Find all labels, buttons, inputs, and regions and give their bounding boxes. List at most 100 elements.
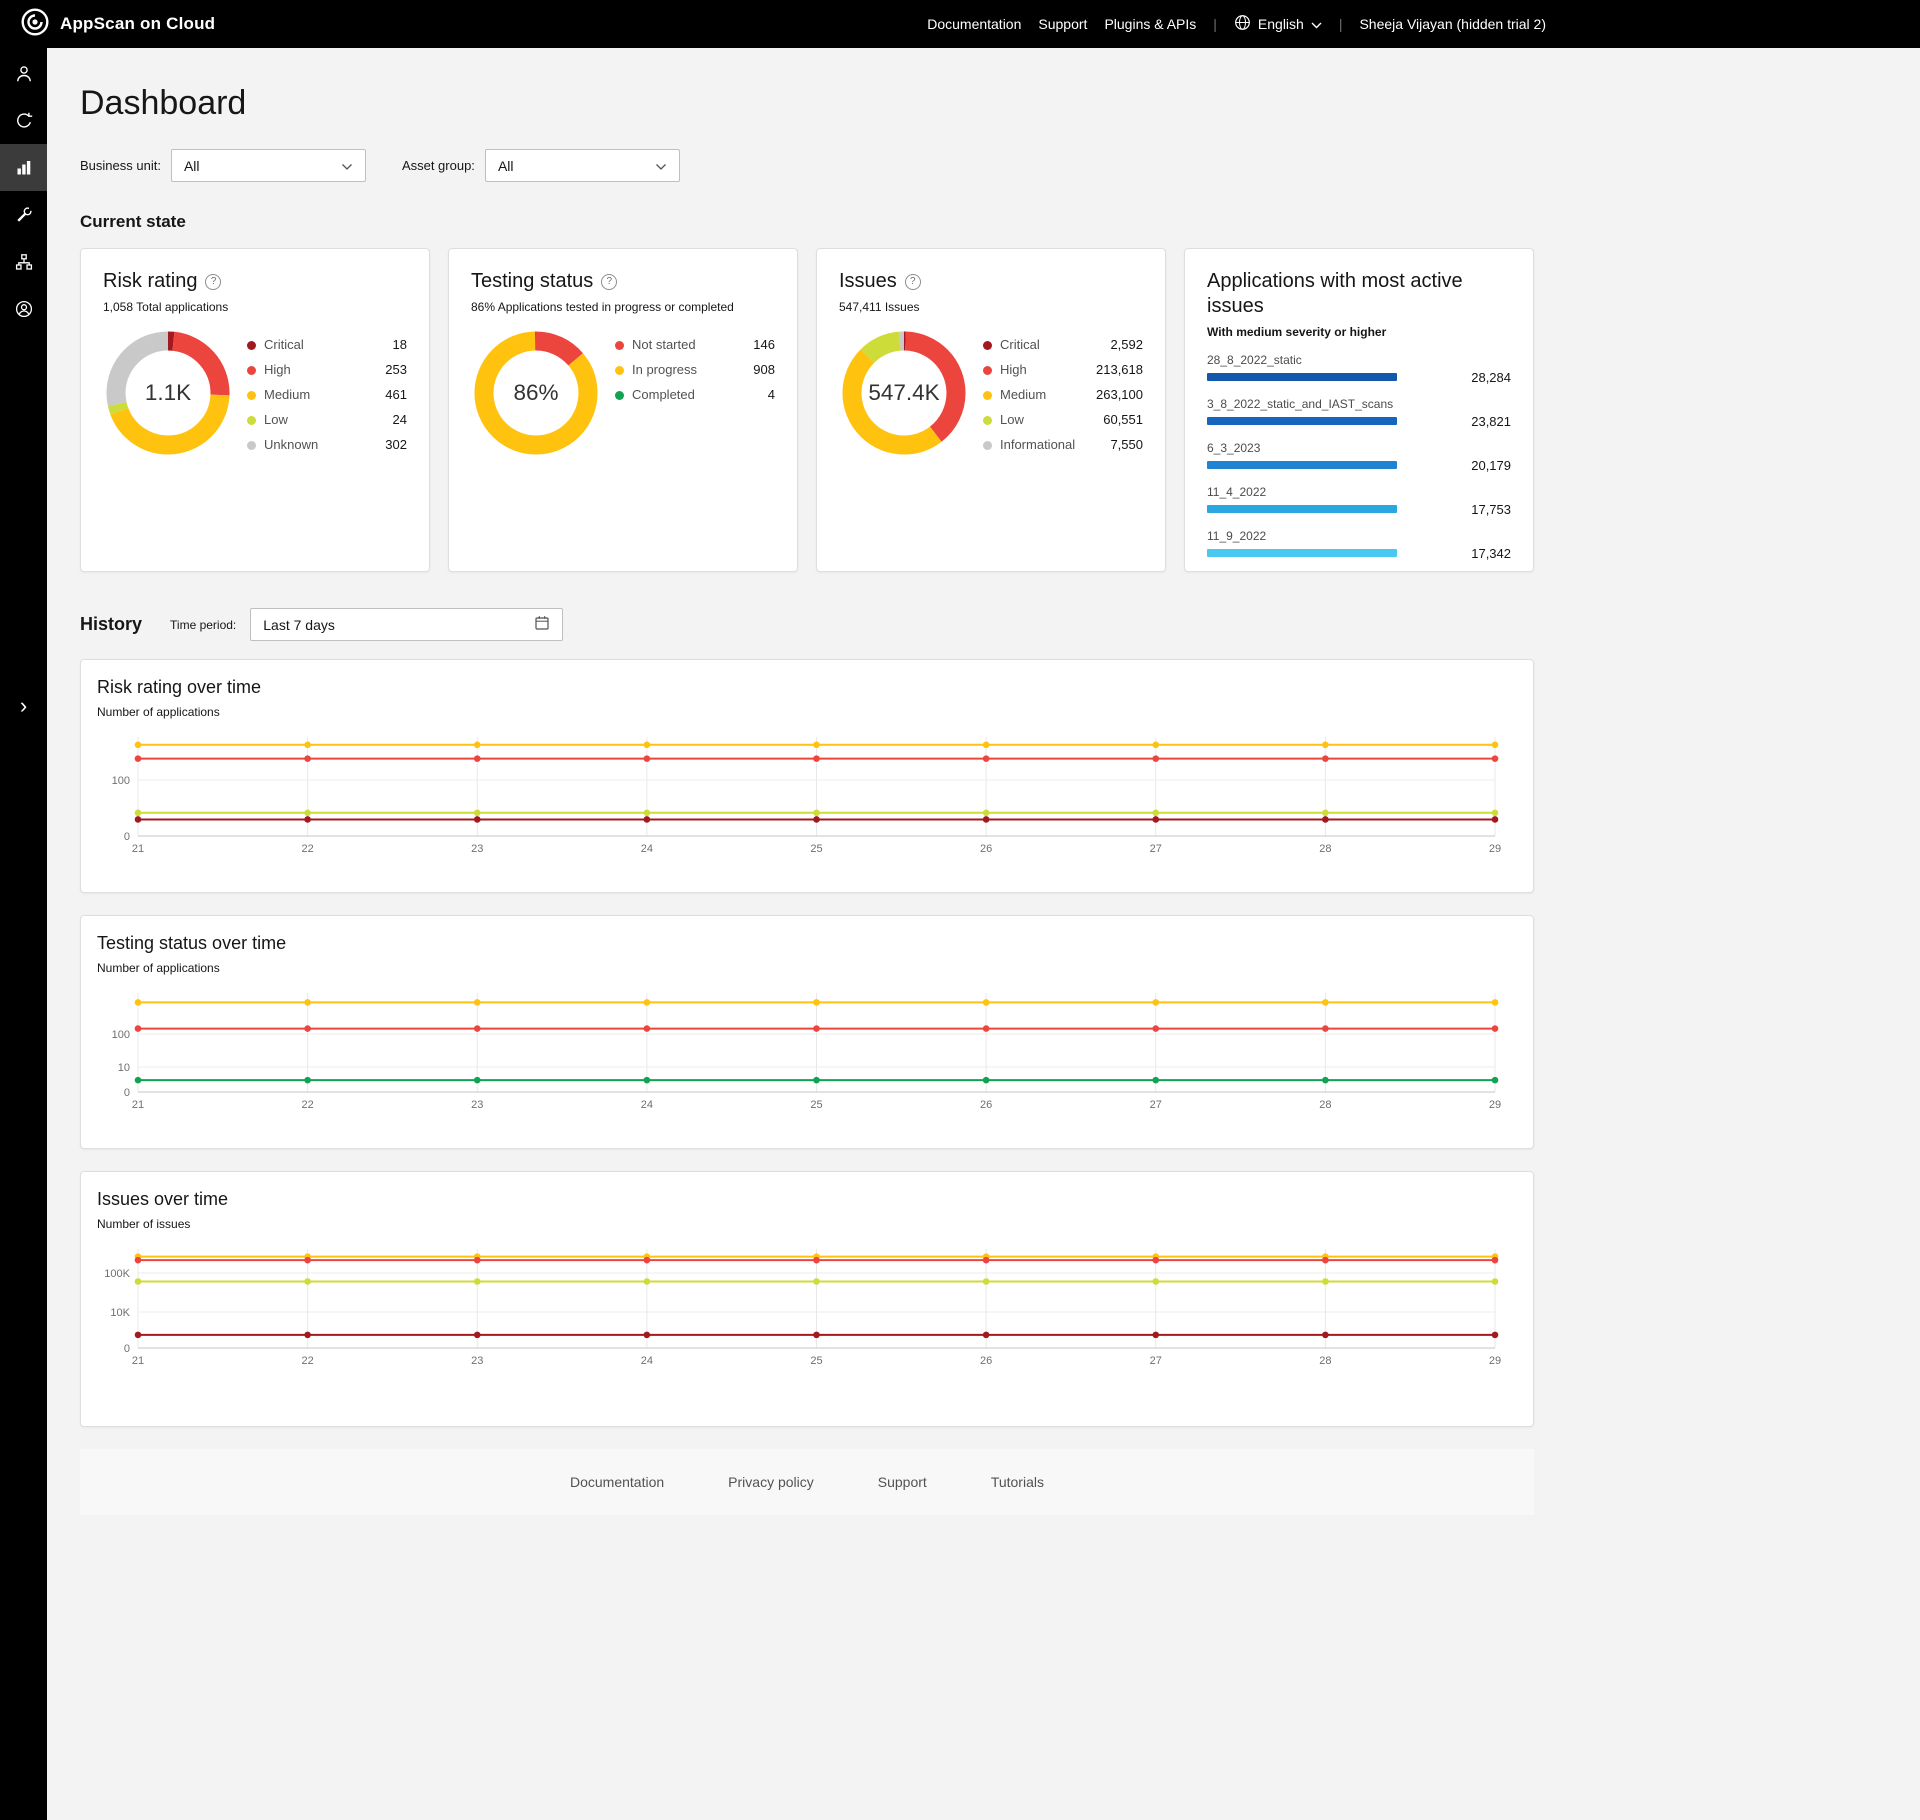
- organization-icon[interactable]: [0, 238, 47, 285]
- svg-text:100K: 100K: [104, 1268, 130, 1280]
- svg-text:25: 25: [810, 1099, 822, 1111]
- chart-title: Testing status over time: [97, 933, 1517, 954]
- svg-text:21: 21: [132, 1099, 144, 1111]
- legend-label: Informational: [1000, 436, 1075, 454]
- footer-link-support[interactable]: Support: [878, 1474, 927, 1490]
- legend-item: Not started 146: [615, 336, 775, 354]
- legend-item: Low60,551: [983, 411, 1143, 429]
- chart-title: Issues over time: [97, 1189, 1517, 1210]
- testing-over-time-chart: 212223242526272829100100: [97, 985, 1517, 1120]
- svg-text:10K: 10K: [110, 1307, 130, 1319]
- main-area: Dashboard Business unit: All Asset group…: [47, 48, 1920, 1515]
- nav-support[interactable]: Support: [1038, 16, 1087, 32]
- risk-rating-card: Risk rating ? 1,058 Total applications 1…: [80, 248, 430, 572]
- history-header: History Time period: Last 7 days: [80, 608, 1534, 641]
- legend-label: High: [1000, 361, 1027, 379]
- svg-text:86%: 86%: [513, 380, 558, 405]
- app-name-link[interactable]: 11_4_2022: [1207, 485, 1511, 500]
- business-unit-value: All: [184, 158, 200, 174]
- footer-link-documentation[interactable]: Documentation: [570, 1474, 664, 1490]
- legend-color-dot: [615, 391, 624, 400]
- tools-icon[interactable]: [0, 191, 47, 238]
- nav-plugins-apis[interactable]: Plugins & APIs: [1104, 16, 1196, 32]
- svg-text:27: 27: [1150, 1355, 1162, 1367]
- expand-sidebar-button[interactable]: ›: [0, 693, 47, 719]
- help-icon[interactable]: ?: [905, 274, 921, 290]
- app-bar-row: 20,179: [1207, 459, 1511, 471]
- language-selector[interactable]: English: [1234, 14, 1322, 34]
- issues-over-time-chart: 212223242526272829100K10K0: [97, 1241, 1517, 1376]
- card-subtitle: 86% Applications tested in progress or c…: [471, 300, 775, 314]
- legend-value: 18: [393, 336, 407, 354]
- business-unit-select[interactable]: All: [171, 149, 366, 182]
- svg-text:10: 10: [118, 1062, 130, 1074]
- legend-value: 908: [753, 361, 775, 379]
- legend-value: 4: [768, 386, 775, 404]
- svg-text:29: 29: [1489, 1355, 1501, 1367]
- nav-documentation[interactable]: Documentation: [927, 16, 1021, 32]
- user-menu[interactable]: Sheeja Vijayan (hidden trial 2): [1359, 16, 1546, 32]
- svg-text:29: 29: [1489, 1099, 1501, 1111]
- testing-status-donut: 86%: [471, 328, 601, 458]
- svg-text:100: 100: [112, 1029, 130, 1041]
- risk-rating-donut: 1.1K: [103, 328, 233, 458]
- legend-label: Critical: [264, 336, 304, 354]
- svg-text:24: 24: [641, 1099, 653, 1111]
- svg-text:22: 22: [302, 1355, 314, 1367]
- legend-color-dot: [983, 441, 992, 450]
- chart-ylabel: Number of applications: [97, 961, 1517, 975]
- legend-item: High 213,618: [983, 361, 1143, 379]
- legend-value: 461: [385, 386, 407, 404]
- app-issues-bar: [1207, 461, 1397, 469]
- asset-group-select[interactable]: All: [485, 149, 680, 182]
- topbar-divider: |: [1339, 16, 1343, 32]
- legend-value: 2,592: [1110, 336, 1143, 354]
- app-name-link[interactable]: 3_8_2022_static_and_IAST_scans: [1207, 397, 1511, 412]
- topbar-divider: |: [1213, 16, 1217, 32]
- help-icon[interactable]: ?: [601, 274, 617, 290]
- current-state-heading: Current state: [80, 212, 1534, 232]
- svg-text:27: 27: [1150, 1099, 1162, 1111]
- legend-item: Critical2,592: [983, 336, 1143, 354]
- time-period-select[interactable]: Last 7 days: [250, 608, 563, 641]
- svg-text:27: 27: [1150, 843, 1162, 855]
- legend-value: 213,618: [1096, 361, 1143, 379]
- app-issues-count: 17,342: [1471, 546, 1511, 561]
- legend-label: Completed: [632, 386, 695, 404]
- brand[interactable]: AppScan on Cloud: [20, 0, 215, 48]
- app-issues-count: 20,179: [1471, 458, 1511, 473]
- app-issues-bar: [1207, 505, 1397, 513]
- dashboard-icon[interactable]: [0, 144, 47, 191]
- legend-color-dot: [983, 341, 992, 350]
- legend-label: Not started: [632, 336, 696, 354]
- svg-text:26: 26: [980, 843, 992, 855]
- svg-text:25: 25: [810, 843, 822, 855]
- card-title: Risk rating: [103, 269, 197, 294]
- scans-icon[interactable]: [0, 97, 47, 144]
- time-period-label: Time period:: [170, 618, 236, 632]
- help-icon[interactable]: ?: [205, 274, 221, 290]
- profile-icon[interactable]: [0, 285, 47, 332]
- app-bar-row: 17,753: [1207, 503, 1511, 515]
- applications-icon[interactable]: [0, 50, 47, 97]
- app-issue-row: 28_8_2022_static28,284: [1207, 353, 1511, 383]
- legend-color-dot: [615, 341, 624, 350]
- app-name-link[interactable]: 6_3_2023: [1207, 441, 1511, 456]
- footer-link-tutorials[interactable]: Tutorials: [991, 1474, 1044, 1490]
- app-name-link[interactable]: 28_8_2022_static: [1207, 353, 1511, 368]
- legend-color-dot: [983, 416, 992, 425]
- asset-group-value: All: [498, 158, 514, 174]
- app-name-link[interactable]: 11_9_2022: [1207, 529, 1511, 544]
- time-period-value: Last 7 days: [263, 617, 335, 633]
- legend-value: 146: [753, 336, 775, 354]
- svg-text:28: 28: [1319, 1355, 1331, 1367]
- issues-legend: Critical2,592High213,618Medium263,100Low…: [983, 336, 1143, 461]
- app-bar-row: 23,821: [1207, 415, 1511, 427]
- legend-color-dot: [247, 441, 256, 450]
- legend-value: 302: [385, 436, 407, 454]
- footer-link-privacy-policy[interactable]: Privacy policy: [728, 1474, 814, 1490]
- svg-text:0: 0: [124, 1343, 130, 1355]
- legend-color-dot: [983, 391, 992, 400]
- footer: Documentation Privacy policy Support Tut…: [80, 1449, 1534, 1515]
- app-issues-count: 23,821: [1471, 414, 1511, 429]
